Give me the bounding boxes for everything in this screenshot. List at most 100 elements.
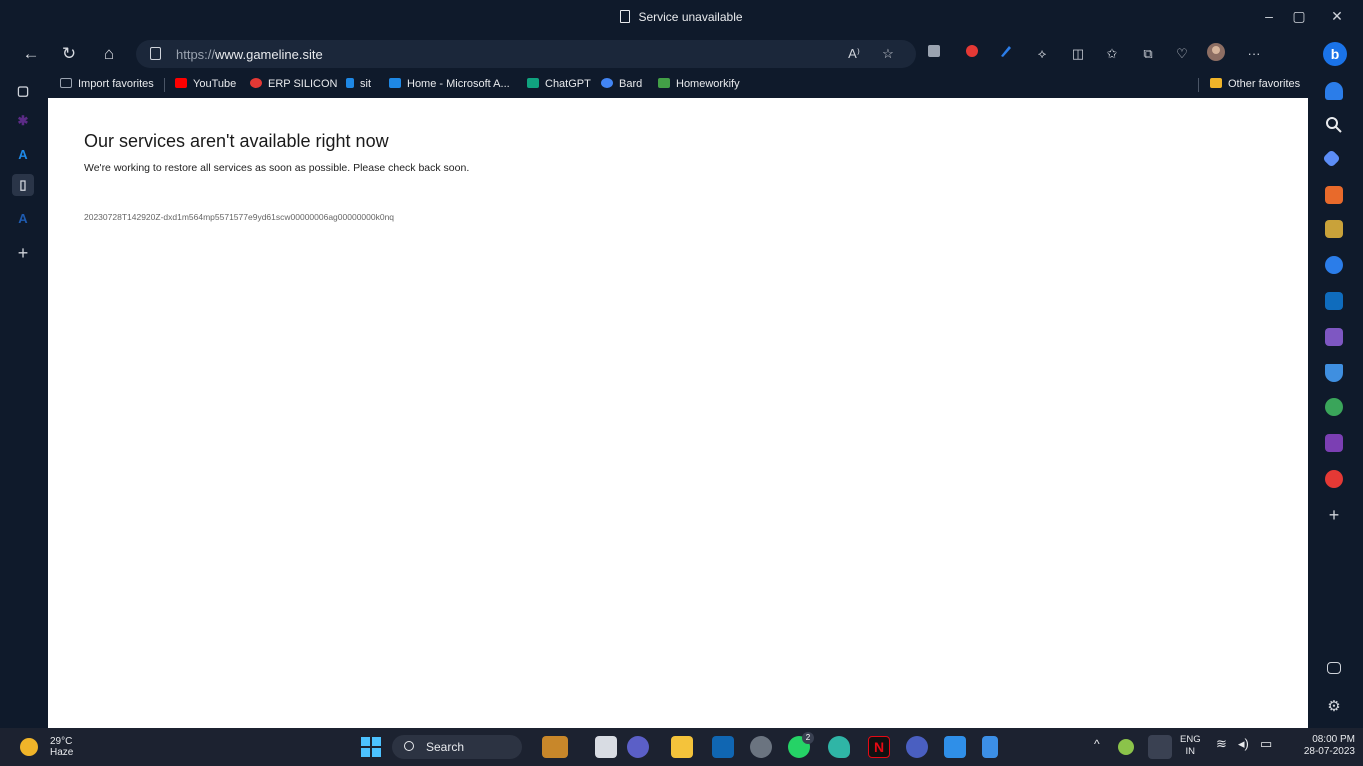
import-icon <box>60 78 72 88</box>
bard-icon <box>601 78 613 88</box>
youtube-music-icon[interactable] <box>1325 470 1343 488</box>
favorites-divider <box>164 78 165 92</box>
search-icon <box>404 741 414 751</box>
fav-youtube[interactable]: YouTube <box>175 78 236 90</box>
read-aloud-icon[interactable]: A⁾ <box>844 44 864 64</box>
fav-label: Other favorites <box>1228 78 1301 90</box>
favorites-icon[interactable]: ✩ <box>1102 44 1122 64</box>
page-content: Our services aren't available right now … <box>48 98 1308 728</box>
fav-other-favorites[interactable]: Other favorites <box>1210 78 1300 90</box>
app-icon-infinity[interactable] <box>906 736 928 758</box>
search-icon[interactable] <box>1325 116 1343 134</box>
fav-label: Import favorites <box>78 78 154 90</box>
temperature: 29°C <box>50 736 73 747</box>
split-screen-icon[interactable]: ◫ <box>1068 44 1088 64</box>
tab-actions-icon[interactable]: ▢ <box>12 80 34 102</box>
more-menu-icon[interactable]: ··· <box>1244 44 1264 64</box>
url-host: www.gameline.site <box>215 47 323 62</box>
shopping-icon[interactable] <box>1322 149 1341 168</box>
settings-icon[interactable] <box>750 736 772 758</box>
fav-label: Bard <box>619 78 643 90</box>
volume-icon[interactable]: ◂) <box>1238 737 1249 750</box>
favorites-divider <box>1198 78 1199 92</box>
outlook-app-icon[interactable] <box>712 736 734 758</box>
clock-time: 08:00 PM <box>1312 734 1355 745</box>
hide-sidebar-icon[interactable] <box>1327 662 1341 674</box>
widgets-icon[interactable] <box>542 736 568 758</box>
status-message: We're working to restore all services as… <box>84 162 470 174</box>
back-icon[interactable]: ← <box>18 42 44 66</box>
profile-avatar[interactable] <box>1206 42 1226 62</box>
collections-icon[interactable]: ⧉ <box>1138 44 1158 64</box>
browser-window: Service unavailable – ▢ ✕ ← ↻ ⌂ https://… <box>0 0 1363 766</box>
start-icon[interactable] <box>360 736 382 758</box>
language-indicator[interactable]: ENG IN <box>1180 734 1201 758</box>
tools-icon[interactable] <box>1325 186 1343 204</box>
sidebar-settings-icon[interactable]: ⚙ <box>1325 698 1343 716</box>
svg-text:b: b <box>1331 46 1340 62</box>
vertical-tabs-bar: ▢ ✱ A ▯ A + <box>0 72 48 728</box>
page-title: Our services aren't available right now <box>84 131 389 151</box>
close-button[interactable]: ✕ <box>1322 8 1352 28</box>
clock-date: 28-07-2023 <box>1303 746 1355 757</box>
drop-icon[interactable] <box>1325 364 1343 382</box>
tab-favicon-azure[interactable]: A <box>12 144 34 166</box>
photos-icon[interactable] <box>944 736 966 758</box>
show-hidden-icons[interactable]: ^ <box>1094 738 1100 750</box>
restore-button[interactable]: ▢ <box>1284 8 1314 28</box>
notepad-icon[interactable] <box>982 736 998 758</box>
whatsapp-icon[interactable]: 2 <box>788 732 814 758</box>
fav-chatgpt[interactable]: ChatGPT <box>527 78 591 90</box>
fav-home-microsoft[interactable]: Home - Microsoft A... <box>389 78 510 90</box>
games-icon[interactable] <box>1325 220 1343 238</box>
tab-favicon-active-page[interactable]: ▯ <box>12 174 34 196</box>
add-sidebar-app-icon[interactable]: + <box>1325 506 1343 524</box>
extensions-icon[interactable]: ⟡ <box>1032 44 1052 64</box>
extension-grey-icon[interactable] <box>924 44 944 64</box>
battery-icon[interactable]: ▭ <box>1260 737 1272 750</box>
performance-icon[interactable]: ♡ <box>1172 44 1192 64</box>
haze-icon <box>20 738 38 756</box>
task-view-icon[interactable] <box>595 736 617 758</box>
microphone-icon[interactable] <box>1148 735 1172 759</box>
fav-homeworkify[interactable]: Homeworkify <box>658 78 740 90</box>
tray-app-icon[interactable] <box>1118 739 1134 755</box>
taskbar-clock[interactable]: 08:00 PM 28-07-2023 <box>1304 734 1355 758</box>
microsoft-365-icon[interactable] <box>1325 256 1343 274</box>
tab-favicon-purple[interactable]: ✱ <box>12 110 34 132</box>
fav-import-favorites[interactable]: Import favorites <box>60 78 154 90</box>
notifications-icon[interactable] <box>1325 82 1343 100</box>
extension-red-icon[interactable] <box>962 44 982 64</box>
netflix-icon[interactable]: N <box>868 736 890 758</box>
url-text[interactable]: https://www.gameline.site <box>176 47 323 62</box>
extension-pen-icon[interactable] <box>996 44 1016 64</box>
fav-sit[interactable]: sit <box>346 78 371 90</box>
onenote-icon[interactable] <box>1325 434 1343 452</box>
fav-bard[interactable]: Bard <box>601 78 642 90</box>
erp-icon <box>250 78 262 88</box>
taskbar: 29°C Haze Search 2 N ^ ENG IN ≋ ◂) ▭ 08:… <box>0 728 1363 766</box>
fav-erp-silicon[interactable]: ERP SILICON <box>250 78 338 90</box>
address-bar[interactable]: https://www.gameline.site A⁾ ☆ <box>136 40 916 68</box>
homeworkify-icon <box>658 78 670 88</box>
fav-label: sit <box>360 78 371 90</box>
designer-icon[interactable] <box>1325 328 1343 346</box>
minimize-button[interactable]: – <box>1254 8 1284 28</box>
new-tab-button[interactable]: + <box>12 242 34 264</box>
favorite-star-icon[interactable]: ☆ <box>878 44 898 64</box>
taskbar-search[interactable]: Search <box>392 735 522 759</box>
home-icon[interactable]: ⌂ <box>96 42 122 66</box>
refresh-icon[interactable]: ↻ <box>56 42 82 66</box>
fav-label: ChatGPT <box>545 78 591 90</box>
window-title: Service unavailable <box>0 10 1363 24</box>
file-explorer-icon[interactable] <box>671 736 693 758</box>
tab-favicon-azure-2[interactable]: A <box>12 208 34 230</box>
edge-icon[interactable] <box>828 736 850 758</box>
fav-label: Homeworkify <box>676 78 740 90</box>
bing-copilot-icon[interactable]: b <box>1322 41 1348 67</box>
wifi-icon[interactable]: ≋ <box>1216 737 1227 750</box>
outlook-icon[interactable] <box>1325 292 1343 310</box>
window-title-text: Service unavailable <box>638 10 743 24</box>
teams-icon[interactable] <box>627 736 649 758</box>
tree-icon[interactable] <box>1325 398 1343 416</box>
